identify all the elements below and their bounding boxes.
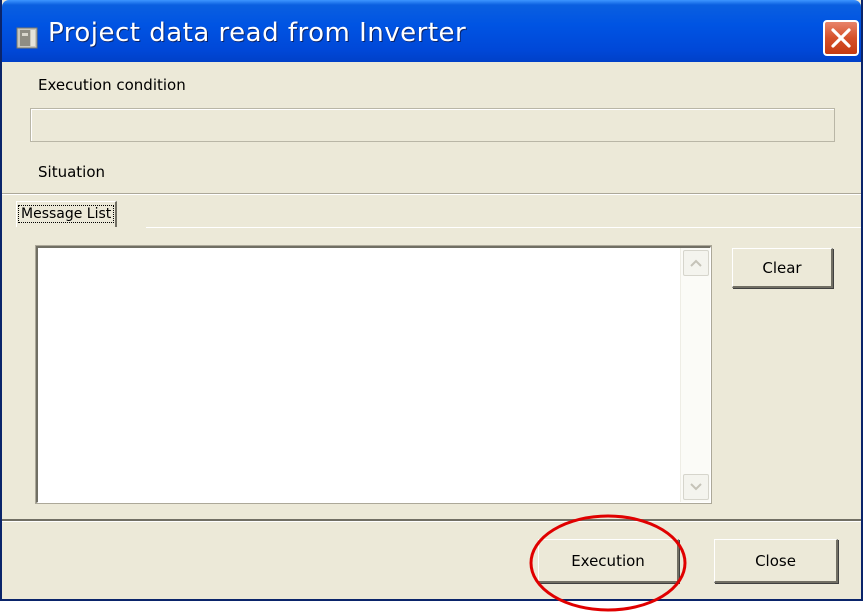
scroll-up-button[interactable] <box>683 250 709 276</box>
chevron-up-icon <box>690 259 702 267</box>
window-title: Project data read from Inverter <box>48 18 467 48</box>
tab-message-list[interactable]: Message List <box>16 201 118 227</box>
situation-label: Situation <box>38 163 106 181</box>
execution-condition-field <box>30 108 835 142</box>
close-icon <box>831 28 851 48</box>
execution-button[interactable]: Execution <box>538 539 679 583</box>
clear-button[interactable]: Clear <box>732 248 833 288</box>
tab-label: Message List <box>17 205 115 223</box>
close-button[interactable]: Close <box>714 539 838 583</box>
message-list-box[interactable] <box>36 246 711 503</box>
window-close-button[interactable] <box>823 20 859 56</box>
message-list-scrollbar[interactable] <box>680 248 710 502</box>
chevron-down-icon <box>690 483 702 491</box>
dialog-window: Project data read from Inverter Executio… <box>0 0 863 601</box>
scroll-down-button[interactable] <box>683 474 709 500</box>
inverter-app-icon <box>16 27 38 49</box>
footer-divider <box>2 519 861 522</box>
title-bar[interactable]: Project data read from Inverter <box>2 0 861 62</box>
tab-panel-edge <box>146 227 861 228</box>
situation-divider <box>2 193 861 195</box>
execution-condition-label: Execution condition <box>38 76 186 94</box>
